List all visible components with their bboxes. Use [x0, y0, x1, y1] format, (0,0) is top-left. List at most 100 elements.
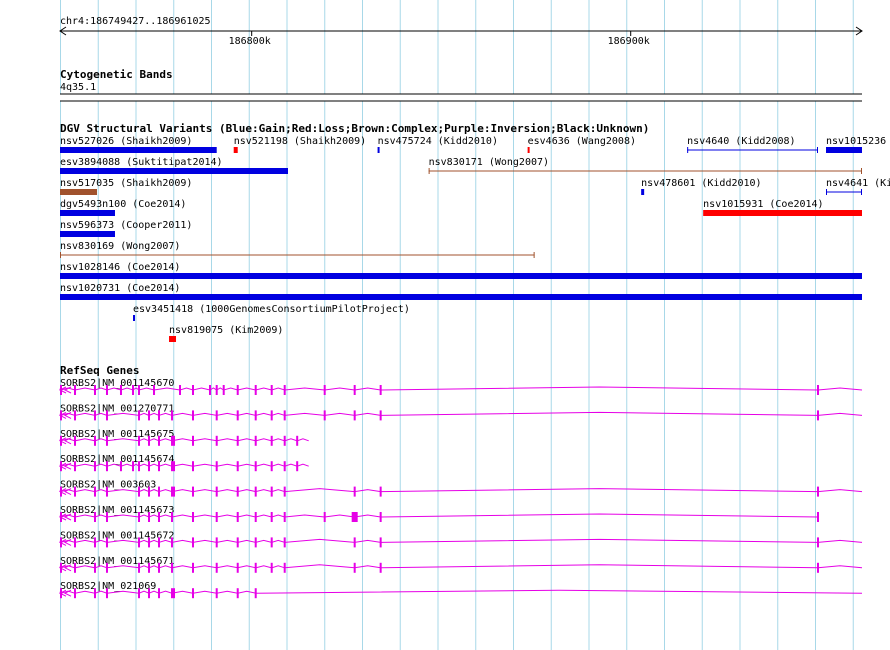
dgv-variant[interactable]: nsv1015931 (Coe2014) [703, 199, 862, 216]
refseq-gene[interactable]: SORBS2|NM_003603 [58, 480, 863, 497]
exon [351, 512, 358, 522]
dgv-variant[interactable]: nsv1028146 (Coe2014) [60, 262, 862, 279]
dgv-variant-label: nsv517035 (Shaikh2009) [60, 178, 192, 189]
gene-label: SORBS2|NM_001145672 [60, 530, 174, 541]
gene-label: SORBS2|NM_001145670 [60, 378, 174, 389]
dgv-variant[interactable]: dgv5493n100 (Coe2014) [60, 199, 186, 216]
exon [208, 385, 211, 395]
exon [270, 486, 273, 497]
refseq-gene[interactable]: SORBS2|NM_001145674 [58, 454, 309, 472]
exon [254, 562, 257, 573]
exon [283, 461, 286, 472]
exon [171, 435, 176, 446]
dgv-variant[interactable]: esv3894088 (Suktitipat2014) [60, 157, 288, 174]
dgv-variant[interactable]: nsv521198 (Shaikh2009) [233, 136, 366, 153]
exon [132, 461, 135, 472]
ruler [59, 26, 863, 36]
exon [283, 410, 286, 421]
exon [816, 512, 819, 522]
dgv-variant[interactable]: nsv1020731 (Coe2014) [60, 283, 862, 300]
exon [93, 385, 96, 395]
exon [379, 385, 382, 395]
exon [191, 410, 194, 421]
refseq-gene[interactable]: SORBS2|NM_021069 [58, 581, 863, 599]
exon [93, 537, 96, 548]
exon [105, 461, 108, 472]
dgv-variant[interactable]: nsv4641 (Kidd2008) [826, 178, 890, 195]
dgv-variant[interactable]: nsv4640 (Kidd2008) [687, 136, 818, 153]
dgv-variant[interactable]: nsv517035 (Shaikh2009) [60, 178, 192, 195]
exon [191, 588, 194, 599]
exon [215, 435, 218, 446]
exon [158, 562, 161, 573]
dgv-variant[interactable]: nsv1015236 (Coe2014) [826, 136, 890, 153]
exon [93, 512, 96, 522]
dgv-variant[interactable]: esv4636 (Wang2008) [527, 136, 636, 153]
dgv-variant-bar [60, 231, 115, 237]
exon [296, 435, 299, 446]
exon [73, 588, 76, 599]
dgv-variant-bar [133, 315, 136, 321]
region-label: chr4:186749427..186961025 [60, 16, 211, 27]
exon [254, 486, 257, 497]
exon [816, 385, 819, 395]
ruler-tick-label: 186900k [608, 36, 650, 47]
exon [171, 512, 174, 522]
exon [215, 486, 218, 497]
gene-label: SORBS2|NM_001270771 [60, 403, 174, 414]
exon [323, 385, 326, 395]
exon [270, 537, 273, 548]
refseq-gene[interactable]: SORBS2|NM_001145671 [58, 556, 863, 573]
exon [236, 461, 239, 472]
exon [158, 410, 161, 421]
cytoband-label: 4q35.1 [60, 82, 96, 93]
dgv-variant-label: nsv478601 (Kidd2010) [641, 178, 761, 189]
exon [254, 588, 257, 599]
exon [148, 486, 151, 497]
exon [191, 385, 194, 395]
exon [105, 486, 108, 497]
exon [270, 461, 273, 472]
dgv-variant[interactable]: nsv830169 (Wong2007) [60, 241, 535, 258]
refseq-gene[interactable]: SORBS2|NM_001145672 [58, 530, 863, 548]
exon [236, 410, 239, 421]
exon [178, 385, 181, 395]
exon [93, 486, 96, 497]
exon [353, 562, 356, 573]
dgv-variant-label: nsv475724 (Kidd2010) [378, 136, 498, 147]
dgv-variant[interactable]: nsv596373 (Cooper2011) [60, 220, 192, 237]
exon [93, 435, 96, 446]
exon [215, 537, 218, 548]
dgv-variant-label: esv4636 (Wang2008) [528, 136, 636, 147]
dgv-variant[interactable]: nsv478601 (Kidd2010) [641, 178, 762, 195]
exon [215, 512, 218, 522]
refseq-track: SORBS2|NM_001145670 SORBS2|NM_001270771 SO… [58, 378, 863, 599]
exon [296, 461, 299, 472]
dgv-variant[interactable]: nsv527026 (Shaikh2009) [60, 136, 217, 153]
dgv-variant-label: nsv4641 (Kidd2008) [826, 178, 890, 189]
refseq-gene[interactable]: SORBS2|NM_001145670 [58, 378, 863, 395]
exon [353, 410, 356, 421]
intron-line [59, 589, 863, 594]
exon [171, 588, 176, 599]
dgv-variant-bar [233, 147, 238, 153]
exon [191, 512, 194, 522]
dgv-variant-bar [60, 189, 97, 195]
dgv-variant-bar [703, 210, 862, 216]
exon [93, 461, 96, 472]
exon [283, 562, 286, 573]
dgv-variant[interactable]: nsv830171 (Wong2007) [428, 157, 862, 174]
exon [158, 588, 161, 599]
dgv-variant[interactable]: esv3451418 (1000GenomesConsortiumPilotPr… [133, 304, 410, 321]
dgv-variant-label: dgv5493n100 (Coe2014) [60, 199, 186, 210]
refseq-gene[interactable]: SORBS2|NM_001270771 [58, 403, 863, 421]
dgv-variant[interactable]: nsv819075 (Kim2009) [169, 325, 283, 342]
exon [119, 461, 122, 472]
exon [148, 537, 151, 548]
exon [60, 435, 63, 446]
exon [73, 562, 76, 573]
exon [816, 410, 819, 421]
refseq-gene[interactable]: SORBS2|NM_001145675 [58, 429, 309, 446]
exon [379, 537, 382, 548]
intron-line [59, 411, 863, 417]
